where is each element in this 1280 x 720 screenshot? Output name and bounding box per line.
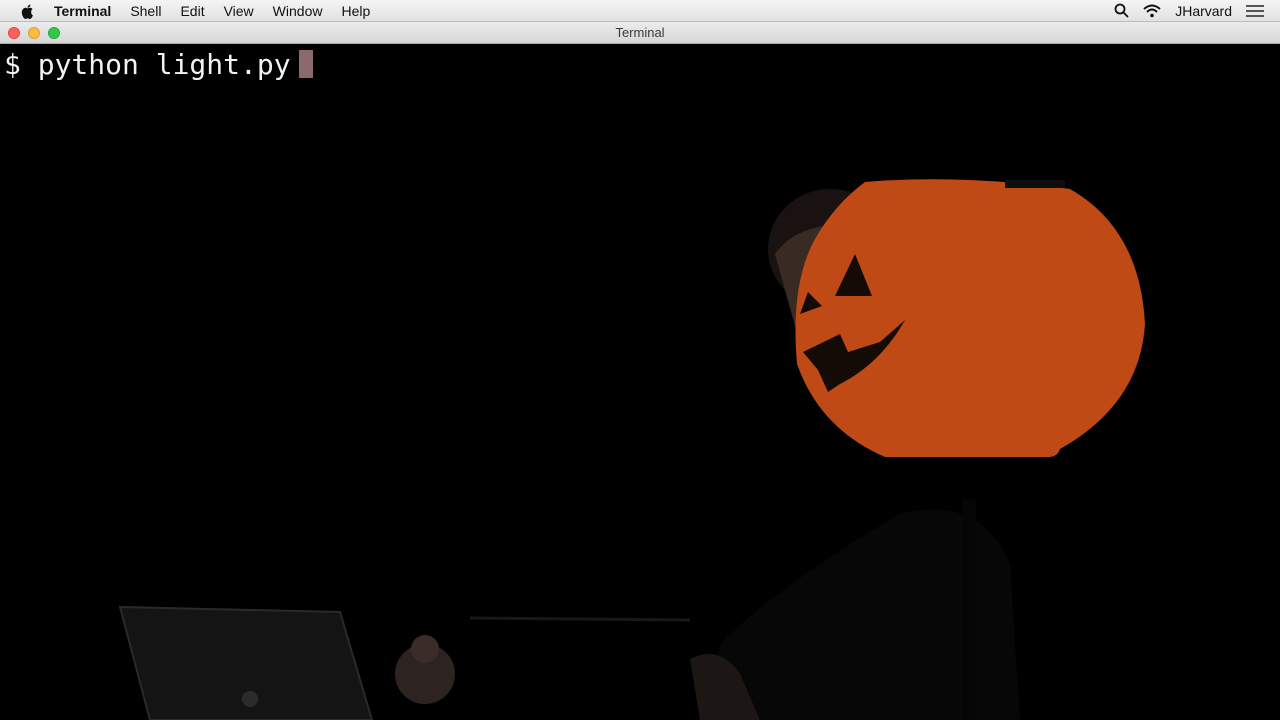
menu-window[interactable]: Window [273,3,323,19]
laptop-logo-icon [242,691,258,707]
pumpkin [795,179,1145,457]
terminal-area[interactable]: $ python light.py [0,44,1280,720]
status-area: JHarvard [1114,3,1264,19]
zoom-button[interactable] [48,27,60,39]
window-title: Terminal [615,25,665,40]
window-title-bar[interactable]: Terminal [0,22,1280,44]
close-button[interactable] [8,27,20,39]
menu-shell[interactable]: Shell [130,3,161,19]
user-name[interactable]: JHarvard [1175,3,1232,19]
menu-help[interactable]: Help [341,3,370,19]
pumpkin-rim [1005,180,1065,188]
text-cursor [298,50,313,78]
menu-bar: Terminal Shell Edit View Window Help JHa… [0,0,1280,22]
menu-view[interactable]: View [224,3,254,19]
command-text: python light.py [37,47,291,81]
video-background [118,179,1145,720]
menu-app-name[interactable]: Terminal [54,3,111,19]
window-controls [8,27,60,39]
command-line[interactable]: $ python light.py [4,46,313,82]
list-icon[interactable] [1246,4,1264,18]
minimize-button[interactable] [28,27,40,39]
lamp-stem [962,499,976,720]
toy-head [411,635,439,663]
menu-edit[interactable]: Edit [180,3,204,19]
wifi-icon[interactable] [1143,4,1161,18]
prompt-symbol: $ [4,47,21,81]
apple-icon[interactable] [20,3,36,19]
search-icon[interactable] [1114,3,1129,18]
desk-edge [469,616,691,622]
